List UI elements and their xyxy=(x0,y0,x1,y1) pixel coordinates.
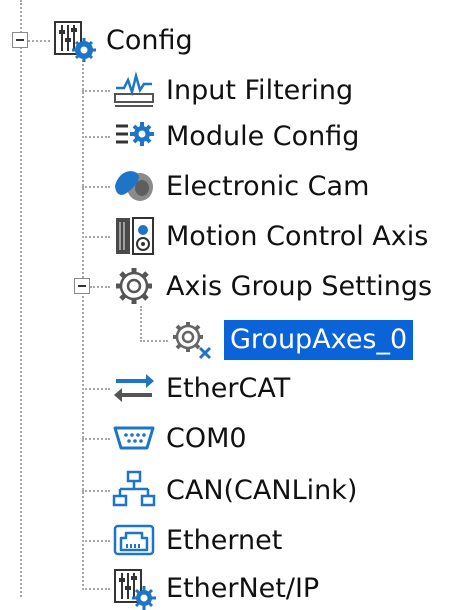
tree-connector xyxy=(82,136,110,138)
tree-node-can-canlink[interactable]: CAN(CANLink) xyxy=(112,468,357,512)
ethercat-arrows-icon xyxy=(112,366,156,410)
tree-connector xyxy=(82,540,110,542)
tree-connector xyxy=(28,40,50,42)
axis-group-gear-icon xyxy=(112,264,156,308)
tree-node-label: EtherCAT xyxy=(166,372,291,404)
tree-connector xyxy=(20,0,22,597)
electronic-cam-icon xyxy=(112,164,156,208)
tree-node-axis-group-settings[interactable]: Axis Group Settings xyxy=(112,264,432,308)
tree-connector xyxy=(82,236,110,238)
tree-node-groupaxes-0[interactable]: GroupAxes_0 xyxy=(170,318,414,362)
tree-node-ethernet[interactable]: Ethernet xyxy=(112,518,282,562)
tree-node-label: Ethernet xyxy=(166,524,283,556)
tree-node-electronic-cam[interactable]: Electronic Cam xyxy=(112,164,369,208)
module-config-gear-list-icon xyxy=(112,114,156,158)
tree-connector xyxy=(90,286,110,288)
tree-node-module-config[interactable]: Module Config xyxy=(112,114,359,158)
tree-node-com0[interactable]: COM0 xyxy=(112,416,247,460)
config-tree: Config Input Filtering Module Config Ele… xyxy=(0,0,467,610)
tree-node-label: CAN(CANLink) xyxy=(166,474,358,506)
tree-node-input-filtering[interactable]: Input Filtering xyxy=(112,68,353,112)
tree-node-ethernet-ip[interactable]: EtherNet/IP xyxy=(112,566,319,610)
tree-connector xyxy=(82,588,110,590)
tree-node-ethercat[interactable]: EtherCAT xyxy=(112,366,290,410)
serial-port-icon xyxy=(112,416,156,460)
tree-node-label: Axis Group Settings xyxy=(166,270,433,302)
ethernet-ip-sliders-icon xyxy=(112,566,156,610)
group-axes-gear-icon xyxy=(170,318,214,362)
tree-connector xyxy=(82,90,110,92)
ethernet-port-icon xyxy=(112,518,156,562)
tree-node-label: COM0 xyxy=(166,422,247,454)
tree-connector xyxy=(82,388,110,390)
can-network-icon xyxy=(112,468,156,512)
tree-connector xyxy=(82,186,110,188)
tree-node-label: Motion Control Axis xyxy=(166,220,429,252)
tree-node-label: Input Filtering xyxy=(166,74,354,106)
motion-control-axis-icon xyxy=(112,214,156,258)
config-sliders-gear-icon xyxy=(52,18,96,62)
input-filter-signal-icon xyxy=(112,68,156,112)
collapse-toggle-axis-group-settings[interactable] xyxy=(74,278,90,294)
tree-node-label: Electronic Cam xyxy=(166,170,370,202)
tree-node-label: Module Config xyxy=(166,120,360,152)
tree-node-label: Config xyxy=(106,24,193,56)
tree-connector xyxy=(82,438,110,440)
tree-node-label: EtherNet/IP xyxy=(166,572,320,604)
tree-connector xyxy=(140,306,142,342)
tree-node-config[interactable]: Config xyxy=(52,18,193,62)
tree-connector xyxy=(140,340,168,342)
tree-node-motion-control-axis[interactable]: Motion Control Axis xyxy=(112,214,428,258)
collapse-toggle-config[interactable] xyxy=(12,32,28,48)
tree-connector xyxy=(82,490,110,492)
tree-node-label-selected: GroupAxes_0 xyxy=(224,320,414,360)
